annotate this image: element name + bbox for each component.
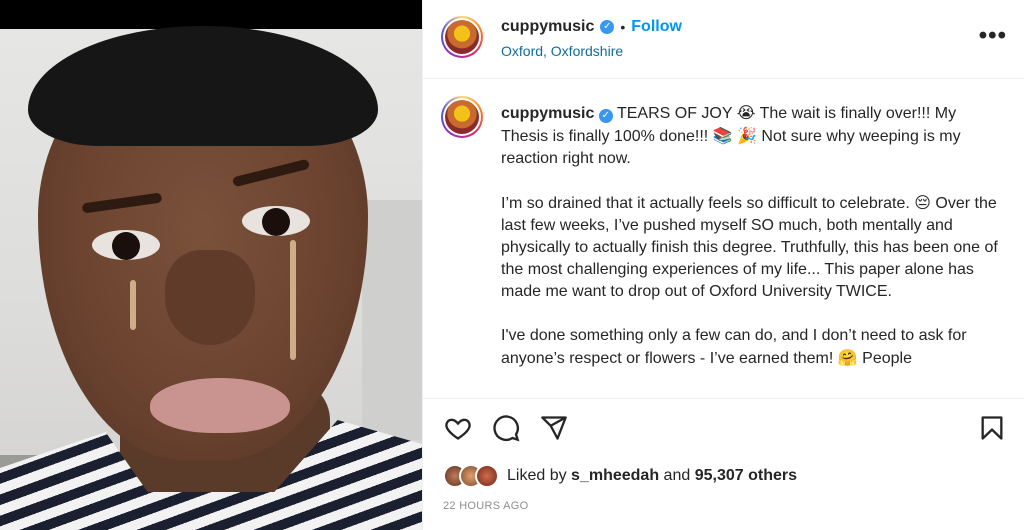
verified-badge-icon: ✓	[600, 20, 615, 34]
liked-by-label: Liked by	[507, 467, 567, 484]
post-photo[interactable]	[0, 0, 422, 530]
comment-icon[interactable]	[491, 413, 521, 443]
instagram-post: cuppymusic ✓ • Follow Oxford, Oxfordshir…	[0, 0, 1024, 530]
party-emoji-icon: 🎉	[737, 126, 757, 145]
photo-nose	[165, 250, 255, 345]
hug-emoji-icon: 🤗	[837, 348, 858, 367]
follow-button[interactable]: Follow	[631, 18, 682, 36]
username-link[interactable]: cuppymusic	[501, 18, 594, 36]
post-panel: cuppymusic ✓ • Follow Oxford, Oxfordshir…	[422, 0, 1024, 530]
caption: cuppymusic ✓ TEARS OF JOY 😭 The wait is …	[423, 80, 1024, 398]
caption-paragraph: People	[862, 350, 912, 367]
photo-tear	[130, 280, 136, 330]
books-emoji-icon: 📚	[712, 126, 733, 145]
photo-eye	[242, 206, 310, 236]
header-user-row: cuppymusic ✓ • Follow	[501, 18, 682, 36]
more-options-icon[interactable]: •••	[979, 24, 1007, 48]
post-header: cuppymusic ✓ • Follow Oxford, Oxfordshir…	[423, 0, 1024, 79]
photo-top-bar	[0, 0, 422, 29]
photo-headwrap	[28, 26, 378, 146]
photo-background	[362, 200, 422, 440]
liker-username-link[interactable]: s_mheedah	[571, 467, 659, 485]
post-timestamp[interactable]: 22 HOURS AGO	[443, 500, 529, 512]
photo-lips	[150, 378, 290, 433]
likes-connector: and	[663, 467, 691, 484]
caption-text: cuppymusic ✓ TEARS OF JOY 😭 The wait is …	[501, 102, 1001, 392]
separator-dot: •	[620, 19, 626, 35]
liker-avatars[interactable]	[443, 464, 499, 488]
caption-username-link[interactable]: cuppymusic	[501, 105, 594, 122]
tired-emoji-icon: 😔	[914, 193, 931, 212]
likes-row: Liked by s_mheedah and 95,307 others	[443, 462, 797, 490]
location-link[interactable]: Oxford, Oxfordshire	[501, 43, 623, 59]
photo-tear	[290, 240, 296, 360]
caption-line: TEARS OF JOY	[616, 105, 733, 122]
verified-badge-icon: ✓	[598, 109, 613, 123]
bookmark-icon[interactable]	[977, 413, 1007, 443]
avatar[interactable]	[441, 16, 483, 58]
tears-emoji-icon: 😭	[736, 103, 756, 122]
caption-paragraph: I’m so drained that it actually feels so…	[501, 195, 910, 212]
share-icon[interactable]	[539, 413, 569, 443]
action-bar	[423, 398, 1024, 456]
avatar[interactable]	[475, 464, 499, 488]
caption-avatar[interactable]	[441, 96, 483, 138]
heart-icon[interactable]	[443, 413, 473, 443]
likes-count-link[interactable]: 95,307 others	[695, 467, 797, 485]
photo-eye	[92, 230, 160, 260]
